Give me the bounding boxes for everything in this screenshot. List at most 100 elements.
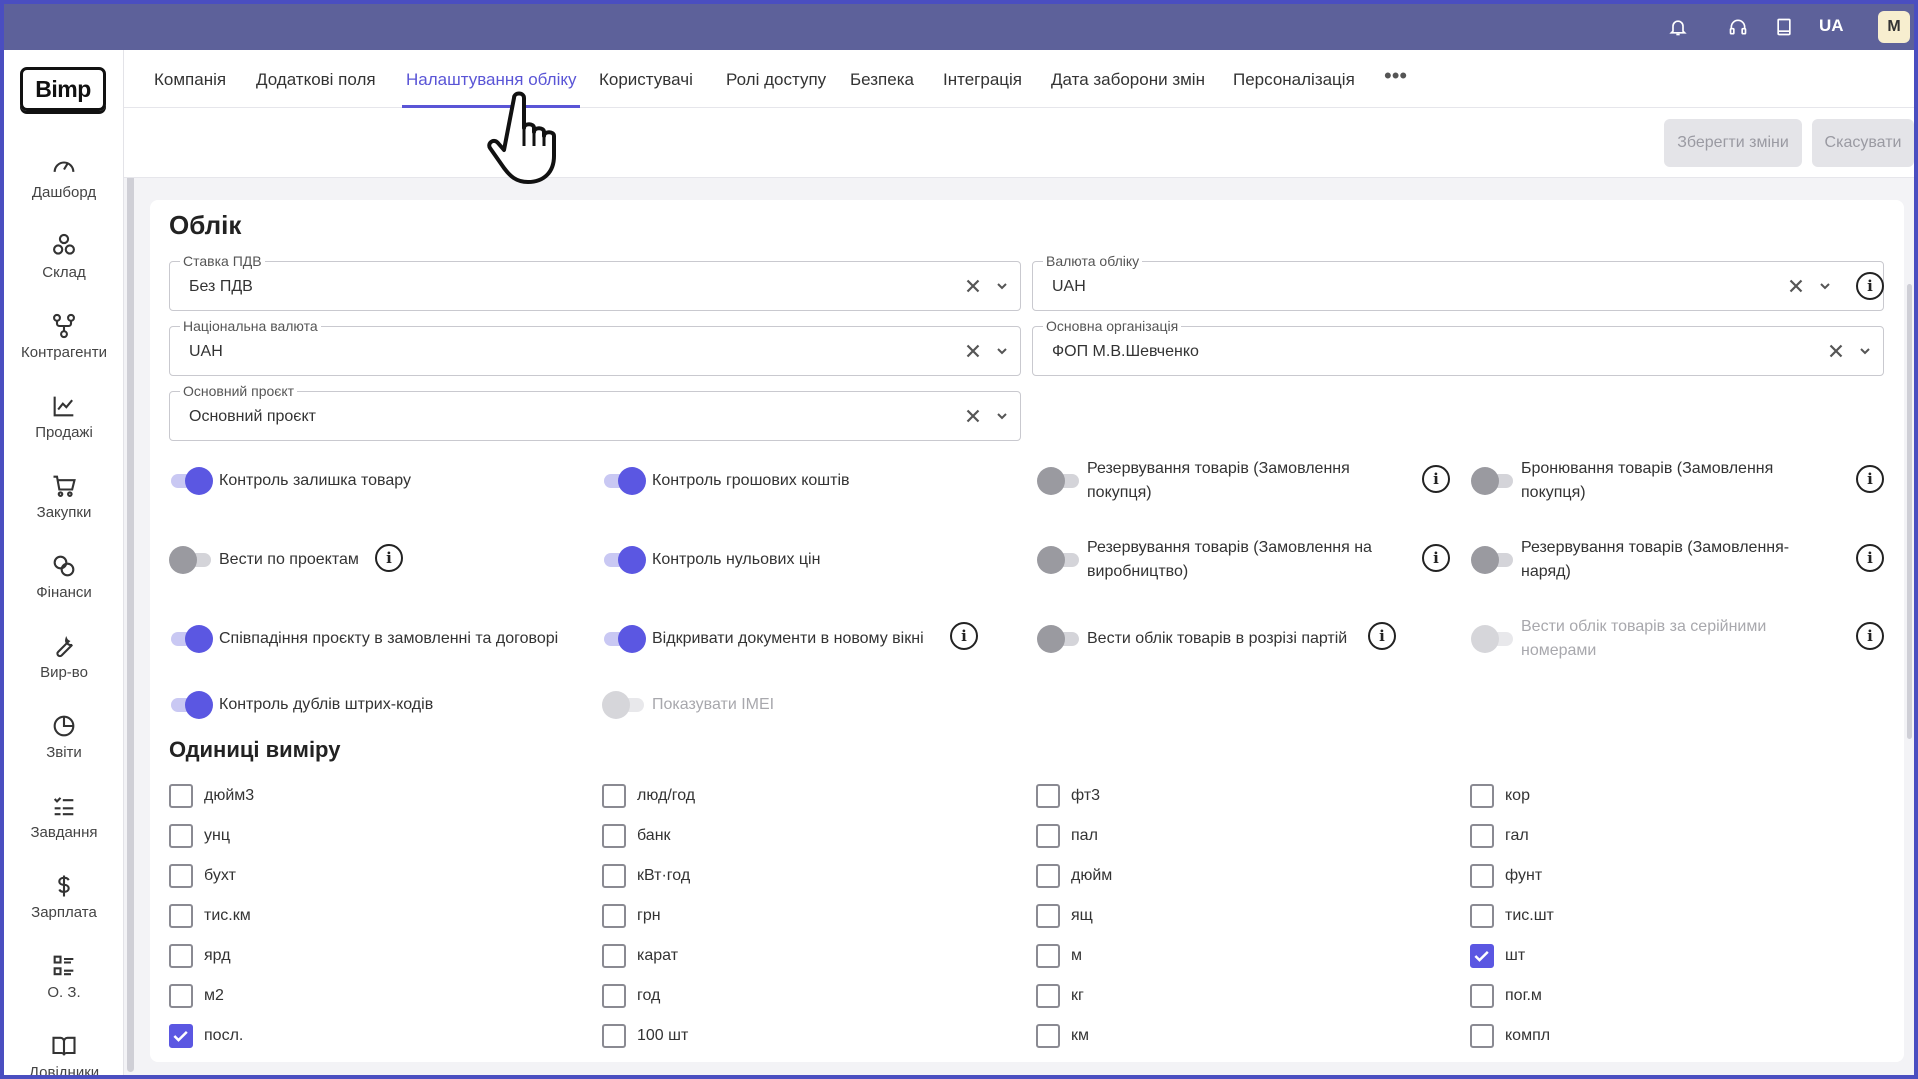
tab-access-roles[interactable]: Ролі доступу [726, 50, 826, 108]
unit-checkbox[interactable] [1470, 784, 1494, 808]
book-open-icon[interactable] [1772, 15, 1796, 39]
projects-toggle[interactable] [169, 546, 213, 574]
language-switch[interactable]: UA [1819, 16, 1844, 36]
tab-change-lock-date[interactable]: Дата заборони змін [1051, 50, 1205, 108]
unit-checkbox[interactable] [602, 824, 626, 848]
unit-checkbox[interactable] [1036, 944, 1060, 968]
unit-checkbox[interactable] [602, 1024, 626, 1048]
main-project-select[interactable]: Основний проєкт Основний проєкт [169, 383, 1021, 441]
unit-checkbox[interactable] [169, 904, 193, 928]
unit-checkbox[interactable] [1470, 904, 1494, 928]
unit-checkbox[interactable] [1036, 824, 1060, 848]
unit-checkbox[interactable] [1036, 904, 1060, 928]
sidebar-item-production[interactable]: Вир-во [4, 632, 124, 702]
sidebar-item-directories[interactable]: Довідники [4, 1032, 124, 1075]
open-docs-new-window-toggle[interactable] [602, 625, 646, 653]
chevron-down-icon[interactable] [994, 343, 1010, 359]
field-value: ФОП М.В.Шевченко [1052, 343, 1199, 360]
unit-checkbox[interactable] [1036, 784, 1060, 808]
cash-control-toggle[interactable] [602, 467, 646, 495]
unit-checkbox[interactable] [602, 984, 626, 1008]
sidebar-item-sales[interactable]: Продажі [4, 392, 124, 462]
unit-checkbox[interactable] [169, 784, 193, 808]
tab-personalization[interactable]: Персоналізація [1233, 50, 1355, 108]
serial-numbers-toggle[interactable] [1471, 625, 1515, 653]
sidebar-item-finance[interactable]: Фінанси [4, 552, 124, 622]
national-currency-select[interactable]: Національна валюта UAH [169, 318, 1021, 376]
sidebar-item-label: Контрагенти [21, 344, 107, 361]
clear-icon[interactable] [962, 275, 984, 297]
unit-checkbox[interactable] [602, 944, 626, 968]
unit-checkbox[interactable] [602, 864, 626, 888]
unit-checkbox[interactable] [1036, 1024, 1060, 1048]
sidebar-item-warehouse[interactable]: Склад [4, 232, 124, 302]
reserve-production-order-toggle[interactable] [1037, 546, 1081, 574]
sidebar-item-purchases[interactable]: Закупки [4, 472, 124, 542]
unit-checkbox[interactable] [169, 1024, 193, 1048]
clear-icon[interactable] [962, 340, 984, 362]
unit-checkbox[interactable] [169, 824, 193, 848]
clear-icon[interactable] [962, 405, 984, 427]
unit-checkbox[interactable] [1036, 864, 1060, 888]
vat-rate-select[interactable]: Ставка ПДВ Без ПДВ [169, 253, 1021, 311]
batch-accounting-toggle[interactable] [1037, 625, 1081, 653]
info-icon[interactable]: i [1856, 622, 1884, 650]
unit-checkbox[interactable] [1470, 984, 1494, 1008]
info-icon[interactable]: i [1422, 544, 1450, 572]
reserve-customer-order-toggle[interactable] [1037, 467, 1081, 495]
clear-icon[interactable] [1785, 275, 1807, 297]
info-icon[interactable]: i [1422, 465, 1450, 493]
sidebar-item-contractors[interactable]: Контрагенти [4, 312, 124, 382]
avatar[interactable]: M [1878, 11, 1910, 43]
unit-checkbox[interactable] [1470, 944, 1494, 968]
info-icon[interactable]: i [950, 622, 978, 650]
unit-checkbox[interactable] [1470, 1024, 1494, 1048]
sidebar-scrollbar[interactable] [127, 144, 134, 1072]
sidebar-item-dashboard[interactable]: Дашборд [4, 152, 124, 222]
unit-checkbox[interactable] [1470, 824, 1494, 848]
headset-icon[interactable] [1726, 15, 1750, 39]
booking-customer-order-toggle[interactable] [1471, 467, 1515, 495]
unit-checkbox[interactable] [169, 864, 193, 888]
info-icon[interactable]: i [375, 544, 403, 572]
chevron-down-icon[interactable] [994, 278, 1010, 294]
chevron-down-icon[interactable] [1857, 343, 1873, 359]
project-match-toggle[interactable] [169, 625, 213, 653]
unit-checkbox[interactable] [1036, 984, 1060, 1008]
unit-checkbox[interactable] [602, 904, 626, 928]
cancel-button[interactable]: Скасувати [1812, 119, 1914, 167]
info-icon[interactable]: i [1856, 465, 1884, 493]
info-icon[interactable]: i [1856, 544, 1884, 572]
unit-checkbox[interactable] [169, 984, 193, 1008]
tab-additional-fields[interactable]: Додаткові поля [256, 50, 376, 108]
tab-security[interactable]: Безпека [850, 50, 914, 108]
tab-users[interactable]: Користувачі [599, 50, 693, 108]
sidebar-item-reports[interactable]: Звіти [4, 712, 124, 782]
zero-price-control-toggle[interactable] [602, 546, 646, 574]
sidebar-item-fixed-assets[interactable]: О. З. [4, 952, 124, 1022]
tab-integration[interactable]: Інтеграція [943, 50, 1022, 108]
unit-checkbox[interactable] [602, 784, 626, 808]
stock-control-toggle[interactable] [169, 467, 213, 495]
sidebar-item-tasks[interactable]: Завдання [4, 792, 124, 862]
clear-icon[interactable] [1825, 340, 1847, 362]
main-organization-select[interactable]: Основна організація ФОП М.В.Шевченко [1032, 318, 1884, 376]
show-imei-toggle[interactable] [602, 691, 646, 719]
unit-checkbox[interactable] [169, 944, 193, 968]
barcode-duplicate-toggle[interactable] [169, 691, 213, 719]
content-scrollbar[interactable] [1907, 284, 1912, 739]
tab-company[interactable]: Компанія [154, 50, 226, 108]
sidebar-item-salary[interactable]: Зарплата [4, 872, 124, 942]
chevron-down-icon[interactable] [994, 408, 1010, 424]
field-label: Основна організація [1043, 318, 1182, 334]
info-icon[interactable]: i [1368, 622, 1396, 650]
save-button[interactable]: Зберегти зміни [1664, 119, 1802, 167]
info-icon[interactable]: i [1856, 272, 1884, 300]
bell-icon[interactable] [1666, 15, 1690, 39]
logo[interactable]: Bimp [20, 67, 106, 111]
more-tabs-icon[interactable]: ••• [1384, 50, 1407, 108]
accounting-currency-select[interactable]: Валюта обліку UAH [1032, 253, 1884, 311]
chevron-down-icon[interactable] [1817, 278, 1833, 294]
unit-checkbox[interactable] [1470, 864, 1494, 888]
reserve-work-order-toggle[interactable] [1471, 546, 1515, 574]
